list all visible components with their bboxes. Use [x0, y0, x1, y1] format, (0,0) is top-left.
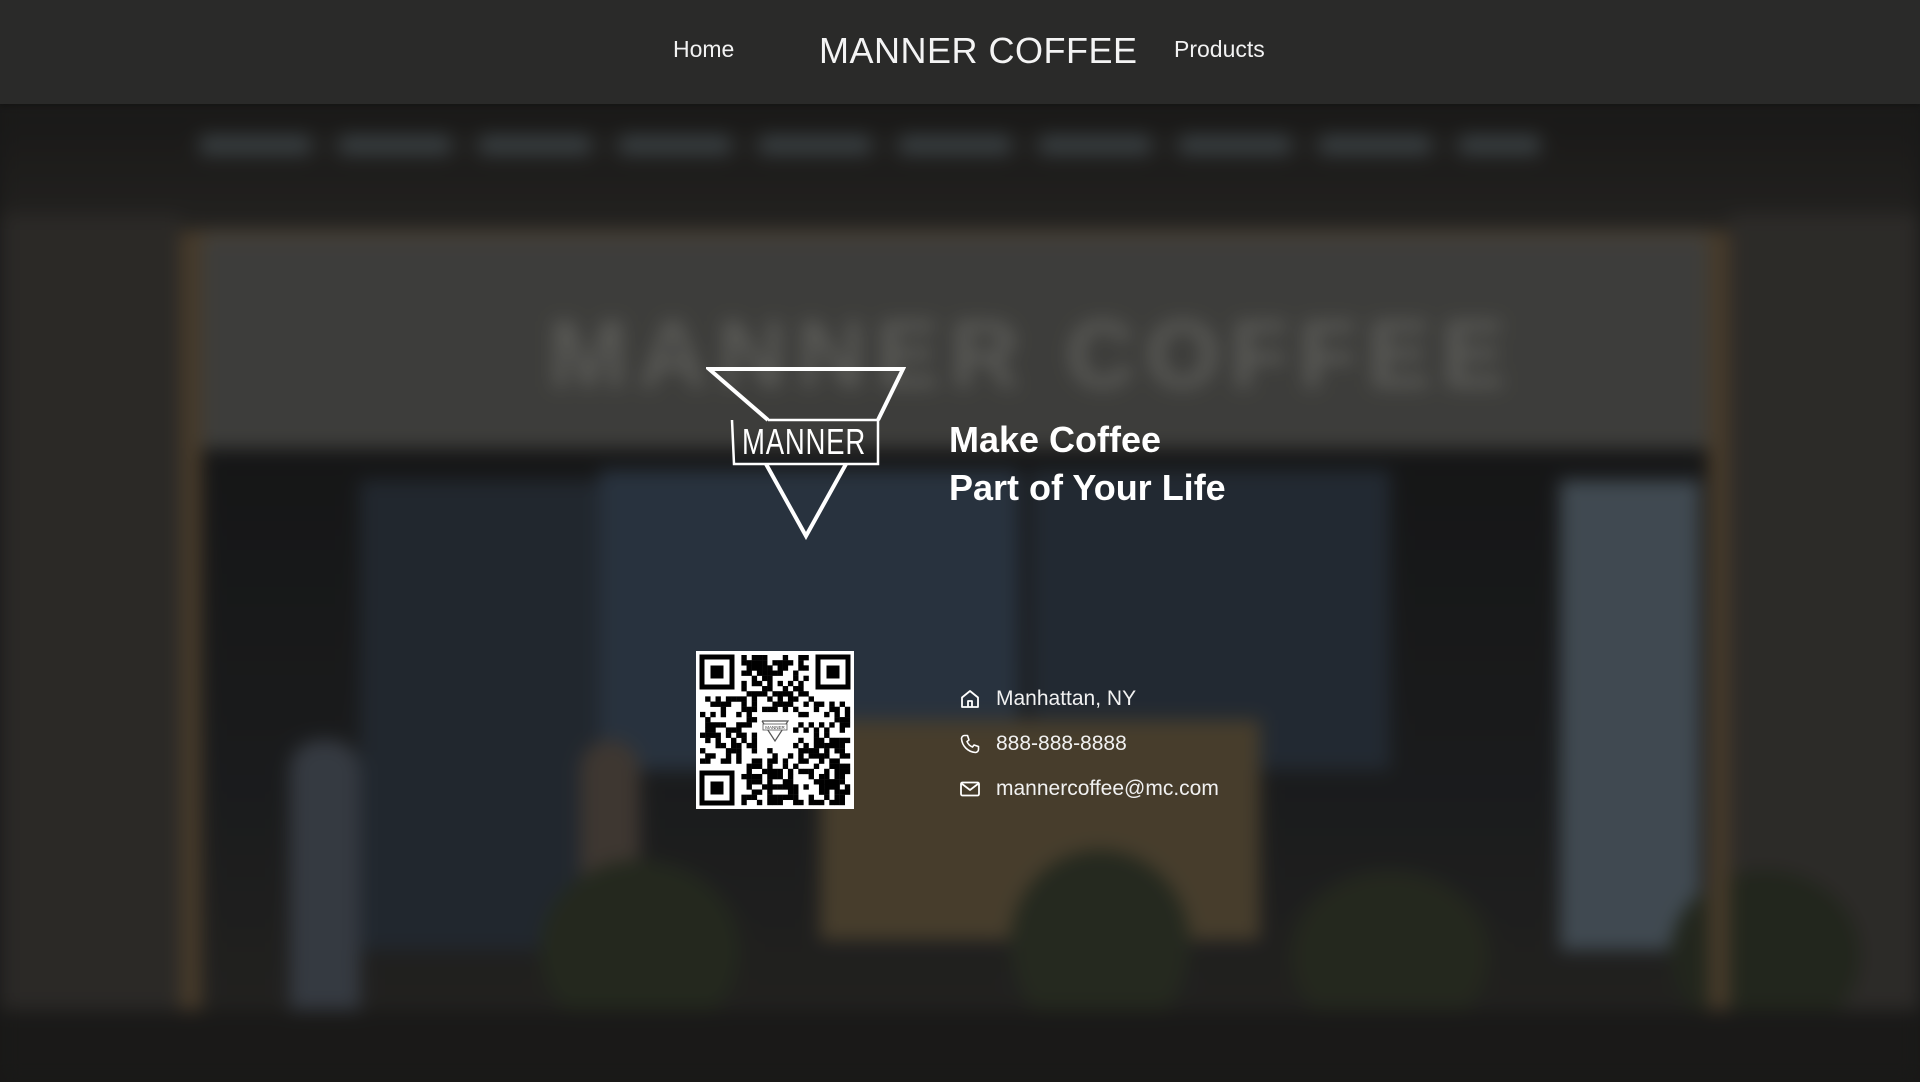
- home-icon: [961, 689, 979, 708]
- phone-text[interactable]: 888-888-8888: [996, 732, 1127, 756]
- background-overlay: [0, 0, 1920, 1082]
- tagline-line-2: Part of Your Life: [949, 467, 1226, 508]
- logo-wordmark: MANNER: [742, 421, 866, 462]
- contact-phone[interactable]: 888-888-8888: [958, 721, 1219, 766]
- nav-home-link[interactable]: Home: [673, 36, 734, 63]
- tagline-line-1: Make Coffee: [949, 419, 1162, 460]
- address-text: Manhattan, NY: [996, 686, 1137, 710]
- nav-products-link[interactable]: Products: [1174, 36, 1265, 63]
- page: MANNER COFFEE Home MANNER COFFEE Product…: [0, 0, 1920, 1082]
- contact-info: Manhattan, NY 888-888-8888 mannercoffee@…: [958, 676, 1219, 811]
- contact-address: Manhattan, NY: [958, 676, 1219, 721]
- qr-code[interactable]: MANNER: [696, 651, 854, 809]
- qr-center-logo-text: MANNER: [765, 725, 785, 730]
- hero-tagline: Make Coffee Part of Your Life: [949, 416, 1226, 512]
- email-text[interactable]: mannercoffee@mc.com: [996, 777, 1219, 801]
- manner-logo: MANNER: [706, 367, 906, 540]
- brand-title[interactable]: MANNER COFFEE: [819, 30, 1138, 72]
- phone-icon: [960, 734, 980, 753]
- top-navbar: Home MANNER COFFEE Products: [0, 0, 1920, 104]
- contact-email[interactable]: mannercoffee@mc.com: [958, 766, 1219, 811]
- mail-icon: [960, 781, 980, 796]
